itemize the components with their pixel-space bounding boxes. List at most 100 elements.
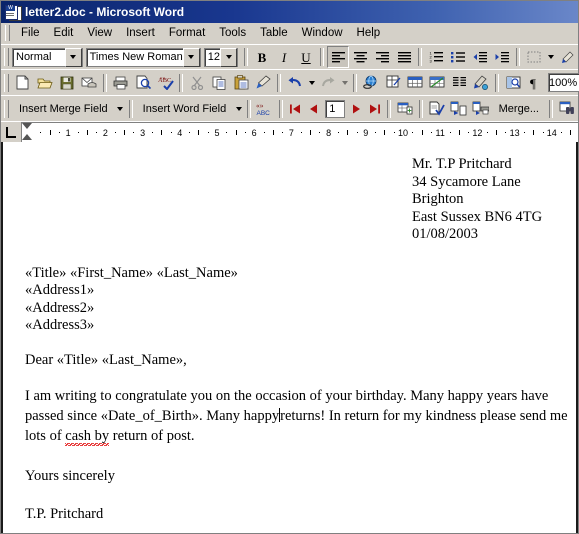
increase-indent-button[interactable] xyxy=(491,46,513,68)
zoom-combo[interactable]: 100% xyxy=(548,73,579,92)
toolbar-separator xyxy=(128,99,133,118)
undo-button[interactable] xyxy=(284,72,306,94)
ruler-tick xyxy=(124,130,125,135)
print-preview-button[interactable] xyxy=(132,72,154,94)
ruler-tick xyxy=(133,132,135,133)
merge-to-new-document-button[interactable] xyxy=(448,98,470,120)
redo-button[interactable] xyxy=(317,72,339,94)
format-painter-button[interactable] xyxy=(252,72,274,94)
left-indent-marker[interactable] xyxy=(22,134,32,140)
ruler-tick xyxy=(375,132,377,133)
spelling-grammar-button[interactable]: ABC «» xyxy=(154,72,176,94)
tab-stop-selector[interactable] xyxy=(1,122,22,142)
menu-insert[interactable]: Insert xyxy=(119,25,162,41)
decrease-indent-button[interactable] xyxy=(469,46,491,68)
check-errors-button[interactable] xyxy=(426,98,448,120)
print-button[interactable] xyxy=(110,72,132,94)
show-formatting-marks-button[interactable]: ¶ xyxy=(524,72,546,94)
insert-excel-worksheet-icon xyxy=(429,76,445,88)
menu-view[interactable]: View xyxy=(80,25,119,41)
merge-to-printer-icon xyxy=(472,101,490,115)
address-line: Brighton xyxy=(412,191,464,207)
toolbar-separator xyxy=(549,99,553,118)
merge-button[interactable]: Merge... xyxy=(492,99,546,119)
email-button[interactable] xyxy=(78,72,100,94)
first-line-indent-marker[interactable] xyxy=(22,123,32,129)
insert-hyperlink-button[interactable] xyxy=(360,72,382,94)
previous-record-button[interactable] xyxy=(304,99,322,119)
menu-tools[interactable]: Tools xyxy=(212,25,253,41)
drawing-button[interactable] xyxy=(470,72,492,94)
document-page[interactable]: Mr. T.P Pritchard 34 Sycamore Lane Brigh… xyxy=(3,142,576,533)
insert-merge-field-dropdown-arrow-icon[interactable] xyxy=(115,99,126,119)
ruler-tick xyxy=(496,130,497,135)
style-dropdown-arrow-icon[interactable] xyxy=(64,47,82,67)
email-envelope-icon xyxy=(81,77,97,87)
open-button[interactable] xyxy=(34,72,56,94)
menu-file[interactable]: File xyxy=(14,25,47,41)
columns-button[interactable] xyxy=(448,72,470,94)
align-justify-button[interactable] xyxy=(393,46,415,68)
menu-format[interactable]: Format xyxy=(162,25,212,41)
last-record-button[interactable] xyxy=(366,99,384,119)
menu-edit[interactable]: Edit xyxy=(47,25,81,41)
bulleted-list-button[interactable] xyxy=(447,46,469,68)
numbered-list-button[interactable]: 123 xyxy=(425,46,447,68)
ruler-tick xyxy=(272,130,274,135)
zoom-value: 100% xyxy=(549,76,578,89)
undo-dropdown-arrow-icon[interactable] xyxy=(306,73,317,93)
insert-excel-worksheet-button[interactable] xyxy=(426,72,448,94)
save-button[interactable] xyxy=(56,72,78,94)
menu-table[interactable]: Table xyxy=(253,25,295,41)
ruler-tick xyxy=(207,132,209,133)
first-record-button[interactable] xyxy=(286,99,304,119)
insert-merge-field-button[interactable]: Insert Merge Field xyxy=(12,99,115,119)
underline-icon: U xyxy=(301,49,311,65)
redo-dropdown-arrow-icon[interactable] xyxy=(339,73,350,93)
italic-button[interactable]: I xyxy=(273,46,295,68)
ruler-tick xyxy=(486,132,488,133)
bold-button[interactable]: B xyxy=(251,46,273,68)
align-center-button[interactable] xyxy=(349,46,371,68)
horizontal-ruler[interactable]: 1 2 3 4 5 6 7 8 9 10 11 12 13 14 xyxy=(22,122,578,142)
underline-button[interactable]: U xyxy=(295,46,317,68)
font-dropdown-arrow-icon[interactable] xyxy=(182,47,200,67)
merge-to-printer-button[interactable] xyxy=(470,98,492,120)
copy-button[interactable] xyxy=(208,72,230,94)
menu-window[interactable]: Window xyxy=(295,25,350,41)
insert-word-field-dropdown-arrow-icon[interactable] xyxy=(233,99,244,119)
cut-button[interactable] xyxy=(186,72,208,94)
highlight-button[interactable] xyxy=(556,46,578,68)
find-record-button[interactable] xyxy=(556,98,578,120)
font-size-dropdown-arrow-icon[interactable] xyxy=(220,47,237,67)
new-document-button[interactable] xyxy=(12,72,34,94)
menubar-grip[interactable] xyxy=(5,25,10,41)
insert-table-button[interactable] xyxy=(404,72,426,94)
undo-arrow-icon xyxy=(288,77,301,87)
ruler-tick xyxy=(337,132,339,133)
paste-button[interactable] xyxy=(230,72,252,94)
record-number-input[interactable]: 1 xyxy=(325,99,345,118)
view-merged-data-button[interactable]: «» ABC xyxy=(254,98,276,120)
tables-and-borders-button[interactable] xyxy=(382,72,404,94)
next-record-button[interactable] xyxy=(348,99,366,119)
mailmerge-toolbar-grip[interactable] xyxy=(4,99,9,118)
standard-toolbar-grip[interactable] xyxy=(4,73,9,92)
align-right-button[interactable] xyxy=(371,46,393,68)
menu-help[interactable]: Help xyxy=(350,25,388,41)
insert-word-field-button[interactable]: Insert Word Field xyxy=(136,99,234,119)
document-editing-area[interactable]: Mr. T.P Pritchard 34 Sycamore Lane Brigh… xyxy=(1,142,578,533)
borders-dropdown-arrow-icon[interactable] xyxy=(545,47,556,67)
align-left-button[interactable] xyxy=(327,46,349,68)
previous-record-icon xyxy=(309,104,317,113)
mail-merge-helper-button[interactable] xyxy=(394,98,416,120)
font-size-combo[interactable]: 12 xyxy=(203,47,238,67)
document-map-button[interactable] xyxy=(502,72,524,94)
font-combo[interactable]: Times New Roman xyxy=(85,47,201,67)
formatting-toolbar-grip[interactable] xyxy=(4,48,9,66)
drawing-tools-icon xyxy=(474,75,488,90)
style-combo[interactable]: Normal xyxy=(12,47,83,67)
bulleted-list-icon xyxy=(450,52,465,63)
borders-button[interactable] xyxy=(523,46,545,68)
ruler-tick xyxy=(151,132,153,133)
